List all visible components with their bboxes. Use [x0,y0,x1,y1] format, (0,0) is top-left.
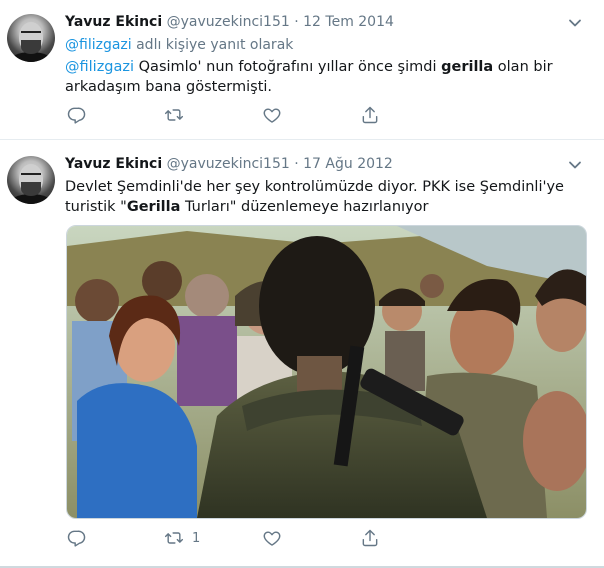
retweet-icon [164,109,184,121]
like-button[interactable] [262,528,290,548]
reply-button[interactable] [66,105,94,125]
tweet-date[interactable]: 12 Tem 2014 [303,14,394,30]
crowd-photo-image [67,226,586,518]
tweet-date[interactable]: 17 Ağu 2012 [303,156,393,172]
separator-dot: · [294,156,299,172]
tweet-text-part: Qasimlo' nun fotoğrafını yıllar önce şim… [134,59,442,75]
tweet-text-bold: Gerilla [126,199,181,215]
avatar[interactable] [7,156,55,204]
tweet-text: Devlet Şemdinli'de her şey kontrolümüzde… [65,177,585,217]
tweet-text-part: Turları" düzenlemeye hazırlanıyor [180,199,429,215]
share-button[interactable] [360,528,380,548]
mention-link[interactable]: @filizgazi [65,59,134,75]
reply-icon [67,530,86,547]
tweet-header: Yavuz Ekinci @yavuzekinci151 · 17 Ağu 20… [65,156,393,172]
tweet-card[interactable]: Yavuz Ekinci @yavuzekinci151 · 17 Ağu 20… [0,140,604,568]
tweet-card[interactable]: Yavuz Ekinci @yavuzekinci151 · 12 Tem 20… [0,0,604,140]
chevron-down-icon[interactable] [568,16,582,30]
share-button[interactable] [360,105,380,125]
reply-context: @filizgazi adlı kişiye yanıt olarak [65,37,293,53]
author-name[interactable]: Yavuz Ekinci [65,14,162,30]
tweet-header: Yavuz Ekinci @yavuzekinci151 · 12 Tem 20… [65,14,394,30]
retweet-button[interactable]: 1 [164,528,200,548]
author-handle[interactable]: @yavuzekinci151 [167,14,290,30]
reply-mention-link[interactable]: @filizgazi [65,37,132,53]
author-name[interactable]: Yavuz Ekinci [65,156,162,172]
reply-button[interactable] [66,528,94,548]
action-bar [66,105,386,127]
reply-context-text: adlı kişiye yanıt olarak [131,37,294,53]
like-button[interactable] [262,105,290,125]
separator-dot: · [294,14,299,30]
like-icon [263,108,281,123]
tweet-text: @filizgazi Qasimlo' nun fotoğrafını yıll… [65,57,585,97]
share-icon [362,106,378,124]
retweet-button[interactable] [164,105,192,125]
reply-icon [67,107,86,124]
share-icon [362,529,378,547]
retweet-count: 1 [192,530,201,546]
like-icon [263,531,281,546]
retweet-icon [164,532,184,544]
author-handle[interactable]: @yavuzekinci151 [167,156,290,172]
action-bar: 1 [66,528,386,550]
avatar[interactable] [7,14,55,62]
chevron-down-icon[interactable] [568,158,582,172]
tweet-text-bold: gerilla [441,59,494,75]
tweet-photo[interactable] [66,225,587,519]
